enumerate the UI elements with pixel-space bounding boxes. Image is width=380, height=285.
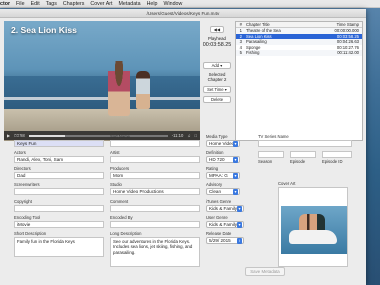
video-figure [108,61,130,116]
chevron-down-icon: ▾ [233,141,238,147]
chapter-controls: ◀◀ Playhead 00:03:58.25 Add ▾ Selected C… [202,23,232,106]
selected-value: Chapter 2 [207,77,227,82]
directors-label: Directors [14,166,31,171]
play-icon[interactable]: ▶ [7,133,10,138]
definition-select[interactable]: HD 720 ▾ [206,156,240,163]
media-type-select[interactable]: Home Video ▾ [206,140,240,147]
video-figure [136,71,150,109]
window-title: /Users/Guest/Videos/Keys Fun.m4v [0,9,366,18]
table-row[interactable]: 5 Fishing 00:11:42.00 [236,50,362,56]
menu-bar: ctor File Edit Tags Chapters Cover Art M… [0,0,380,8]
cover-art-image [281,206,347,254]
menu-window[interactable]: Window [163,1,182,7]
producers-field[interactable]: Mom [110,172,200,179]
title-label: Title [14,134,22,139]
user-genre-label: User Genre [206,215,228,220]
release-date-field[interactable]: 5/29/ 2015 ↕ [206,237,244,244]
fullscreen-icon[interactable]: □ [194,133,197,138]
artist-label: Artist [110,150,120,155]
chevron-down-icon: ▾ [233,173,238,179]
itunes-genre-label: iTunes Genre [206,199,232,204]
chevron-down-icon: ▾ [237,206,242,212]
menu-chapters[interactable]: Chapters [63,1,85,7]
scrubber[interactable] [28,134,168,137]
menu-metadata[interactable]: Metadata [118,1,140,7]
set-time-button[interactable]: Set Time ▾ [203,85,231,93]
menu-file[interactable]: File [16,1,25,7]
comment-field[interactable] [110,205,200,212]
user-genre-select[interactable]: Kids & Family ▾ [206,221,244,228]
release-date-label: Release Date [206,231,232,236]
rating-label: Rating [206,166,219,171]
actors-field[interactable]: Randi, Alex, Toni, Sam [14,156,104,163]
copyright-field[interactable] [14,205,104,212]
sort-name-field[interactable] [110,140,200,147]
short-description-label: Short Description [14,231,47,236]
cover-art-label: Cover Art [278,181,296,186]
encoded-by-field[interactable] [110,221,200,228]
chevron-down-icon: ▾ [233,157,238,163]
episode-id-label: Episode ID [322,159,343,164]
playhead-time: 00:03:58.25 [202,41,232,48]
definition-label: Definition [206,150,224,155]
menu-edit[interactable]: Edit [31,1,40,7]
studio-field[interactable]: Home Video Productions [110,188,200,195]
screenwriters-label: Screenwriters [14,182,40,187]
chapter-table: # Chapter Title Time Stamp 1 Theatre of … [235,21,363,141]
save-metadata-button[interactable]: Save Metadata [245,267,285,276]
long-description-label: Long Description [110,231,142,236]
player-controls: ▶ 03:58 -11:10 ♫ □ [4,131,200,140]
add-chapter-button[interactable]: Add ▾ [203,61,231,69]
tv-series-label: TV Series Name [258,134,289,139]
long-description-field[interactable]: See our adventures in the Florida Keys. … [110,237,200,267]
episode-id-field[interactable] [322,151,352,158]
menu-tags[interactable]: Tags [46,1,57,7]
encoding-tool-label: Encoding Tool [14,215,41,220]
media-type-label: Media Type [206,134,228,139]
cover-art-well[interactable] [278,187,348,267]
chevron-down-icon: ▾ [233,189,238,195]
main-window: /Users/Guest/Videos/Keys Fun.m4v 2. Sea … [0,9,366,285]
stepper-icon: ↕ [237,238,242,244]
sort-name-label: Sort Name [110,134,131,139]
encoding-tool-field[interactable]: iMovie [14,221,104,228]
advisory-label: Advisory [206,182,223,187]
delete-chapter-button[interactable]: Delete [203,95,231,103]
copyright-label: Copyright [14,199,32,204]
app-menu[interactable]: ctor [0,1,10,7]
tv-series-field[interactable] [258,140,352,147]
video-preview[interactable]: 2. Sea Lion Kiss [4,21,200,141]
chapter-overlay-title: 2. Sea Lion Kiss [11,25,77,35]
rewind-button[interactable]: ◀◀ [210,26,224,33]
encoded-by-label: Encoded By [110,215,133,220]
menu-help[interactable]: Help [147,1,158,7]
remaining-time: -11:10 [171,133,184,138]
season-label: Season [258,159,273,164]
chevron-down-icon: ▾ [237,222,242,228]
itunes-genre-select[interactable]: Kids & Family ▾ [206,205,244,212]
directors-field[interactable]: Dad [14,172,104,179]
actors-label: Actors [14,150,26,155]
advisory-select[interactable]: Clean ▾ [206,188,240,195]
menu-cover-art[interactable]: Cover Art [90,1,112,7]
studio-label: Studio [110,182,122,187]
episode-field[interactable] [290,151,316,158]
volume-icon[interactable]: ♫ [187,133,190,138]
episode-label: Episode [290,159,306,164]
season-field[interactable] [258,151,284,158]
artist-field[interactable] [110,156,200,163]
comment-label: Comment [110,199,129,204]
producers-label: Producers [110,166,130,171]
rating-select[interactable]: MPAA: G ▾ [206,172,240,179]
screenwriters-field[interactable] [14,188,104,195]
short-description-field[interactable]: Family fun in the Florida Keys [14,237,104,257]
title-field[interactable]: Keys Fun [14,140,104,147]
